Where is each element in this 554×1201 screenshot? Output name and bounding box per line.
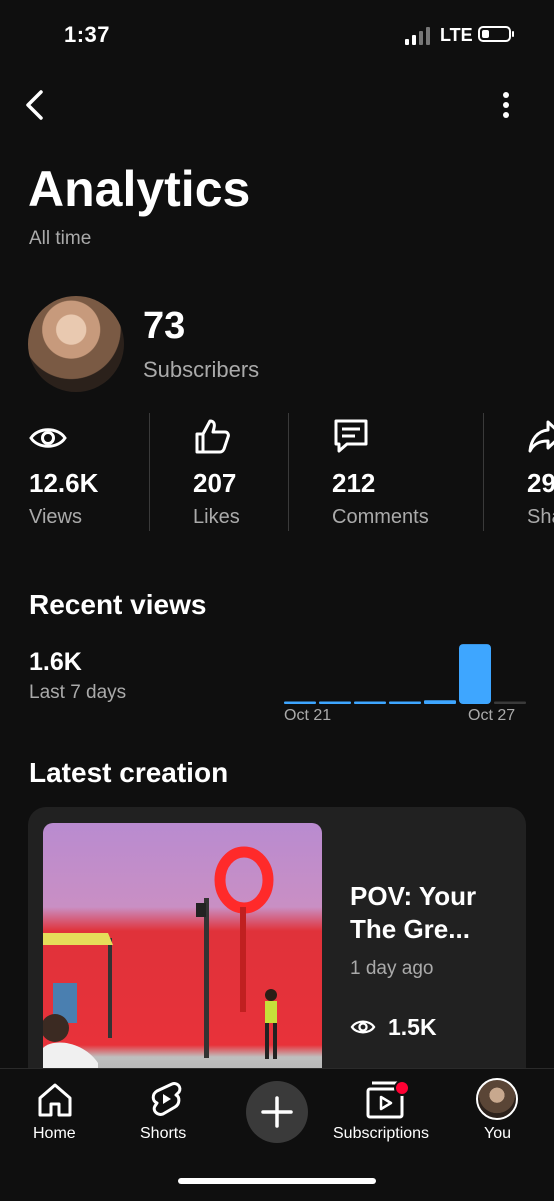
share-icon (528, 420, 554, 453)
chart-bar (459, 644, 491, 704)
metric-label: Comments (332, 506, 429, 528)
subscriptions-icon[interactable] (364, 1077, 412, 1121)
metric-value: 207 (193, 468, 237, 498)
chart-bar (389, 701, 421, 704)
latest-creation-title: Latest creation (29, 757, 229, 788)
shorts-icon[interactable] (146, 1078, 186, 1120)
signal-icon (405, 27, 430, 45)
metric-label: Views (29, 506, 82, 528)
nav-label-you[interactable]: You (484, 1125, 511, 1143)
metric-likes[interactable] (192, 416, 232, 461)
recent-views-chart[interactable] (284, 640, 526, 704)
avatar[interactable] (476, 1078, 518, 1120)
home-indicator (178, 1178, 376, 1184)
metric-value: 12.6K (29, 468, 99, 498)
metric-value: 29 (527, 468, 554, 498)
chart-bar (319, 701, 351, 704)
metric-shares[interactable]: 29 Shares (526, 416, 554, 556)
period-label: All time (29, 228, 92, 249)
subscriber-count: 73 (143, 305, 186, 347)
video-age: 1 day ago (350, 958, 434, 979)
plus-icon (261, 1096, 293, 1128)
comment-icon (334, 419, 368, 453)
page-title: Analytics (28, 161, 251, 217)
metric-views[interactable] (28, 418, 68, 463)
chart-bar (284, 701, 316, 704)
metric-value: 212 (332, 468, 376, 498)
thumbs-up-icon (195, 419, 230, 454)
eye-icon (350, 1020, 376, 1034)
recent-views-title: Recent views (29, 589, 207, 620)
battery-icon (478, 26, 514, 42)
metric-comments[interactable] (331, 416, 371, 461)
chart-bar (494, 701, 526, 704)
network-type: LTE (440, 25, 473, 45)
chart-bar (424, 700, 456, 704)
eye-icon (29, 428, 67, 448)
home-icon[interactable] (35, 1080, 75, 1120)
recent-views-period: Last 7 days (29, 682, 127, 703)
recent-views-value: 1.6K (29, 648, 82, 676)
x-tick-label: Oct 27 (468, 707, 516, 724)
divider (149, 413, 150, 531)
create-button[interactable] (246, 1081, 308, 1143)
video-title[interactable]: POV: Your The Gre... (350, 880, 510, 946)
back-arrow-icon[interactable] (18, 88, 52, 122)
video-views: 1.5K (388, 1014, 437, 1040)
metric-label: Shares (527, 506, 554, 528)
divider (483, 413, 484, 531)
chart-bar (354, 701, 386, 704)
x-tick-label: Oct 21 (284, 707, 332, 724)
channel-avatar (28, 296, 124, 392)
divider (288, 413, 289, 531)
subscriber-label: Subscribers (143, 357, 260, 382)
status-time: 1:37 (64, 22, 111, 47)
nav-label-subscriptions[interactable]: Subscriptions (333, 1125, 429, 1143)
nav-label-home[interactable]: Home (33, 1125, 76, 1143)
nav-label-shorts[interactable]: Shorts (140, 1125, 186, 1143)
metric-label: Likes (193, 506, 240, 528)
more-options-icon[interactable] (494, 88, 518, 122)
